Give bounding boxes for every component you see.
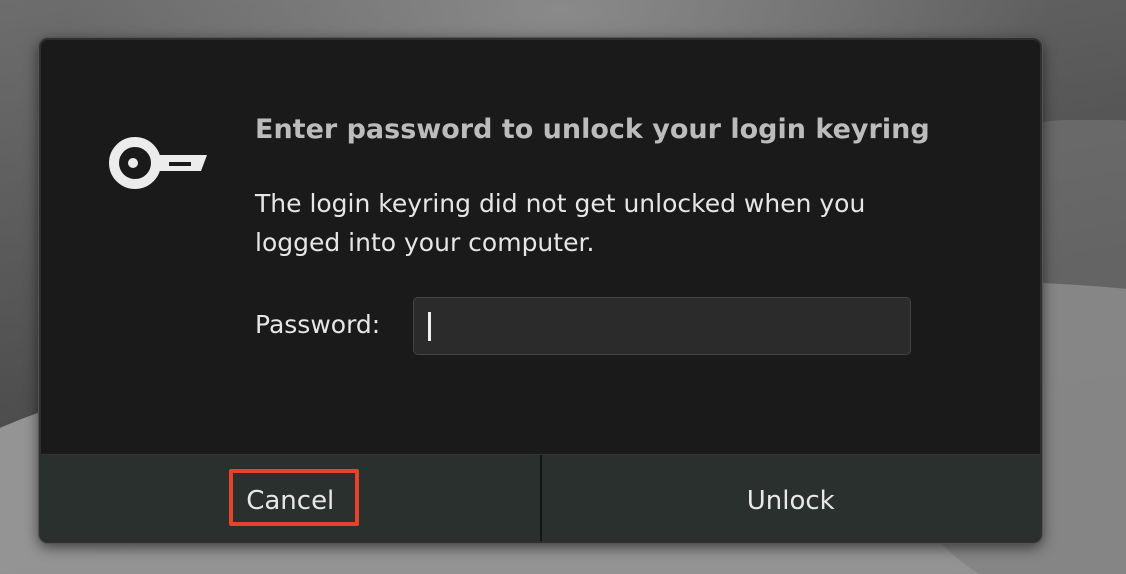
dialog-button-bar: Cancel Unlock: [41, 454, 1040, 541]
unlock-button-label: Unlock: [746, 485, 835, 516]
password-label: Password:: [255, 310, 381, 339]
unlock-button[interactable]: Unlock: [541, 455, 1040, 541]
dialog-message: The login keyring did not get unlocked w…: [255, 189, 866, 257]
cancel-button[interactable]: Cancel: [41, 455, 542, 541]
dialog-title: Enter password to unlock your login keyr…: [255, 114, 930, 145]
text-cursor: [428, 312, 431, 341]
focus-outline: [229, 469, 359, 526]
password-input[interactable]: [413, 297, 911, 355]
key-icon: [109, 137, 207, 189]
keyring-unlock-dialog: Enter password to unlock your login keyr…: [39, 38, 1042, 543]
